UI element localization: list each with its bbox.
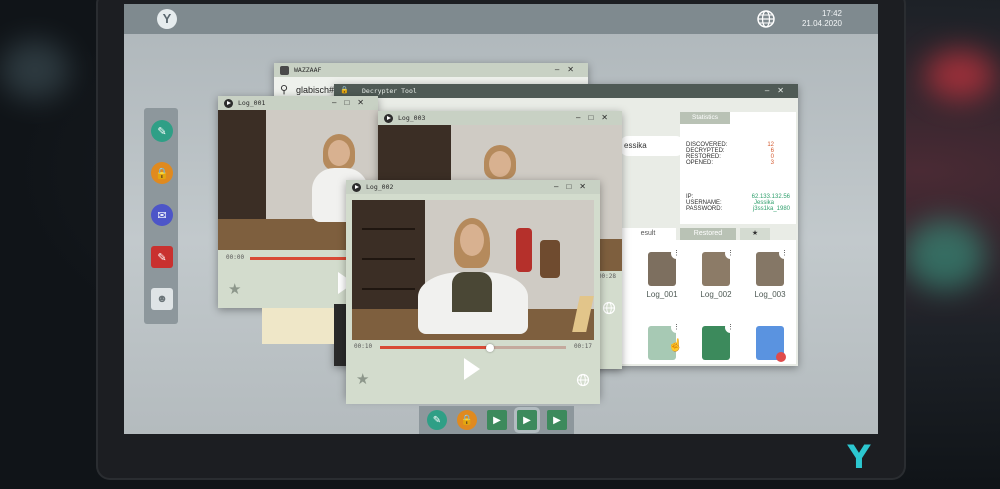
log-001-titlebar[interactable]: Log_001 –□✕	[218, 96, 378, 110]
contact-icon[interactable]: ☻	[151, 288, 173, 310]
progress-knob[interactable]	[485, 343, 494, 352]
play-icon	[352, 183, 361, 192]
stat-value: 3	[770, 160, 774, 166]
decrypter-titlebar[interactable]: 🔒 Decrypter Tool –✕	[334, 84, 798, 98]
video-frame[interactable]	[352, 200, 594, 340]
file-log-002[interactable]: Log_002 ⋮	[700, 248, 736, 299]
window-controls[interactable]: –□✕	[576, 111, 616, 125]
star-icon[interactable]: ★	[228, 280, 241, 298]
file-menu-button[interactable]: ⋮	[779, 248, 790, 259]
file-menu-button[interactable]: ⋮	[671, 322, 682, 333]
clock: 17:42 21.04.2020	[802, 9, 842, 29]
file-menu-button[interactable]: ⋮	[725, 248, 736, 259]
credentials: IP: 62.133.132.56 USERNAME: Jessika PASSWO…	[686, 194, 790, 212]
mail-icon[interactable]: ✉	[151, 204, 173, 226]
chat-icon[interactable]: ✎	[151, 120, 173, 142]
search-icon: ⚲	[280, 84, 289, 96]
window-controls[interactable]: –□✕	[332, 96, 372, 110]
tab-favorites[interactable]: ★	[740, 228, 770, 240]
person-head	[489, 151, 511, 177]
desktop-screen: Y 17:42 21.04.2020 ✎ 🔒 ✉ ✎ ☻ WAZZAAF –✕ …	[124, 4, 878, 434]
video-file-icon[interactable]: ▶	[487, 410, 507, 430]
brand-logo: Y	[847, 438, 871, 476]
locked-file[interactable]	[756, 326, 786, 362]
password-value: j3ss1ka_1980	[752, 206, 790, 212]
log-003-titlebar[interactable]: Log_003 –□✕	[378, 111, 622, 125]
files-panel: Log_001 ⋮ Log_002 ⋮ Log_003 ⋮ ⋮ ⋮	[620, 240, 796, 364]
encrypted-file[interactable]: ⋮	[702, 322, 736, 360]
background-blur-left	[0, 40, 70, 100]
play-icon	[384, 114, 393, 123]
progress-fill	[380, 346, 490, 349]
stats-list: DISCOVERED: 12 DECRYPTED: 6 RESTORED: 0 OPE…	[686, 142, 790, 166]
log-002-titlebar[interactable]: Log_002 –□✕	[346, 180, 600, 194]
window-title: Log_001	[238, 99, 266, 107]
globe-icon[interactable]	[602, 301, 616, 315]
person-head	[460, 224, 484, 256]
red-jacket	[516, 228, 532, 272]
tab-result[interactable]: esult	[620, 228, 676, 240]
file-name: Log_001	[646, 290, 678, 299]
log-002-window[interactable]: Log_002 –□✕ 00:10 00:17 ★	[346, 180, 600, 404]
notes-icon[interactable]: ✎	[151, 246, 173, 268]
lock-icon[interactable]: 🔒	[457, 410, 477, 430]
window-controls[interactable]: –□✕	[554, 180, 594, 194]
user-field[interactable]: essika	[620, 136, 684, 156]
window-title: Log_002	[366, 183, 394, 191]
search-input[interactable]: glabisch#7	[296, 85, 339, 95]
file-name: Log_002	[700, 290, 732, 299]
video-file-icon[interactable]: ▶	[547, 410, 567, 430]
mouse-cursor: ☝	[668, 338, 683, 352]
lock-badge-icon	[776, 352, 786, 362]
window-controls[interactable]: –✕	[555, 63, 582, 77]
shelf	[361, 288, 415, 290]
notes-panel	[262, 308, 334, 344]
lock-icon[interactable]: 🔒	[151, 162, 173, 184]
statistics-panel: Statistics DISCOVERED: 12 DECRYPTED: 6 RES…	[680, 112, 796, 224]
play-button[interactable]	[464, 358, 480, 380]
chat-icon	[280, 66, 289, 75]
background-blur-red	[925, 50, 995, 100]
file-menu-button[interactable]: ⋮	[671, 248, 682, 259]
star-icon[interactable]: ★	[356, 370, 369, 388]
background-blur-green	[905, 220, 985, 290]
current-time: 00:10	[354, 343, 373, 350]
file-name: Log_003	[754, 290, 786, 299]
person-head	[328, 140, 350, 166]
taskbar: ✎ 🔒 ▶ ▶ ▶	[419, 406, 574, 434]
shelf	[361, 228, 415, 230]
window-title: Log_003	[398, 114, 426, 122]
window-title: WAZZAAF	[294, 66, 322, 74]
chat-icon[interactable]: ✎	[427, 410, 447, 430]
window-controls[interactable]: –✕	[765, 84, 792, 98]
duration: 00:28	[597, 273, 616, 280]
globe-icon[interactable]	[756, 9, 776, 29]
clock-time: 17:42	[821, 9, 842, 18]
current-time: 00:00	[226, 254, 245, 261]
tab-statistics[interactable]: Statistics	[680, 112, 730, 124]
side-dock: ✎ 🔒 ✉ ✎ ☻	[144, 108, 178, 324]
top-bar: Y 17:42 21.04.2020	[124, 4, 878, 34]
tab-restored[interactable]: Restored	[680, 228, 736, 240]
player-controls: 00:10 00:17 ★	[346, 340, 600, 404]
globe-icon[interactable]	[576, 373, 590, 387]
stat-label: OPENED:	[686, 160, 714, 166]
play-icon	[224, 99, 233, 108]
file-log-003[interactable]: Log_003 ⋮	[754, 248, 790, 299]
clock-date: 21.04.2020	[801, 19, 842, 28]
person-shirt	[452, 272, 492, 312]
duration: 00:17	[573, 343, 592, 350]
brown-bag	[540, 240, 560, 278]
file-log-001[interactable]: Log_001 ⋮	[646, 248, 682, 299]
user-field-value: essika	[624, 141, 647, 150]
shelf	[361, 258, 415, 260]
file-menu-button[interactable]: ⋮	[725, 322, 736, 333]
wazzaaf-titlebar[interactable]: WAZZAAF –✕	[274, 63, 588, 77]
password-label: PASSWORD:	[686, 206, 723, 212]
video-file-icon[interactable]: ▶	[517, 410, 537, 430]
app-logo[interactable]: Y	[157, 9, 177, 29]
